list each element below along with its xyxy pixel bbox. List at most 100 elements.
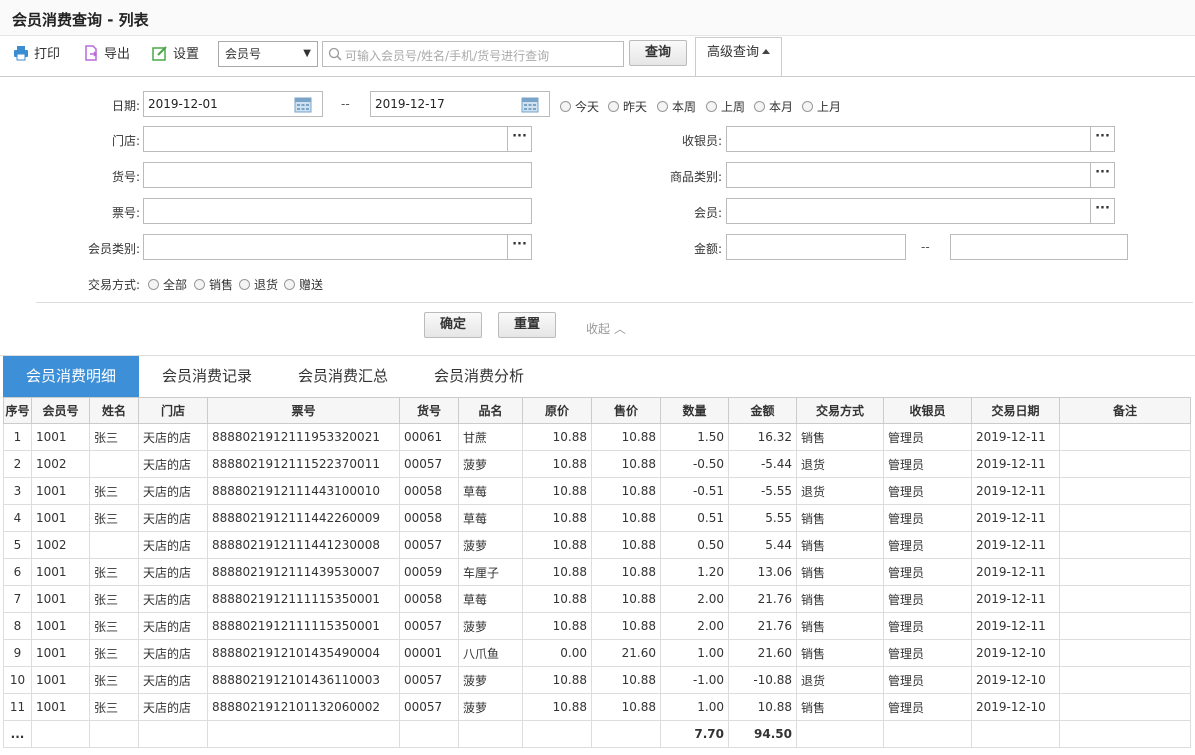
amount-to-field[interactable] [950, 234, 1128, 260]
table-cell: 8888021912101435490004 [207, 639, 400, 667]
tab-detail[interactable]: 会员消费明细 [3, 356, 139, 397]
table-cell: 天店的店 [138, 477, 208, 505]
table-cell: 销售 [796, 423, 884, 451]
table-cell: 10.88 [522, 558, 592, 586]
date-to-field[interactable]: 2019-12-17 [370, 91, 550, 117]
table-row[interactable]: 10 1001 张三 天店的店 8888021912101436110003 00057 菠… [3, 666, 1191, 694]
table-row[interactable]: 11 1001 张三 天店的店 8888021912101132060002 00057 菠… [3, 693, 1191, 721]
table-cell: 21.60 [728, 639, 797, 667]
category-field[interactable]: ··· [726, 162, 1115, 188]
table-cell: 00059 [399, 558, 459, 586]
table-row[interactable]: 3 1001 张三 天店的店 8888021912111443100010 00058 草莓… [3, 477, 1191, 505]
calendar-icon[interactable] [294, 95, 312, 113]
table-cell: 2019-12-11 [971, 585, 1060, 613]
table-cell [1059, 504, 1191, 532]
table-cell: 2.00 [660, 585, 729, 613]
table-cell: 10.88 [522, 450, 592, 478]
table-cell: 10.88 [522, 585, 592, 613]
column-header[interactable]: 会员号 [31, 397, 90, 424]
table-cell [1059, 558, 1191, 586]
radio-trade-all[interactable]: 全部 [148, 276, 187, 293]
tab-records[interactable]: 会员消费记录 [141, 356, 273, 397]
table-row[interactable]: 2 1002 天店的店 8888021912111522370011 00057 菠萝 10… [3, 450, 1191, 478]
table-cell: 1001 [31, 585, 90, 613]
cashier-label: 收银员: [681, 134, 722, 148]
date-from-field[interactable]: 2019-12-01 [143, 91, 323, 117]
table-row[interactable]: 8 1001 张三 天店的店 8888021912111115350001 00057 菠萝… [3, 612, 1191, 640]
export-button[interactable]: 导出 [83, 45, 130, 65]
radio-this-week[interactable]: 本周 [657, 98, 696, 115]
radio-last-week[interactable]: 上周 [706, 98, 745, 115]
table-row[interactable]: 1 1001 张三 天店的店 8888021912111953320021 00061 甘蔗… [3, 423, 1191, 451]
radio-trade-sale[interactable]: 销售 [194, 276, 233, 293]
more-icon[interactable]: ··· [1090, 127, 1114, 151]
more-icon[interactable]: ··· [1090, 199, 1114, 223]
cashier-field[interactable]: ··· [726, 126, 1115, 152]
search-field-select[interactable]: 会员号 ▼ [218, 41, 318, 67]
advanced-query-tab[interactable]: 高级查询 [695, 37, 782, 77]
column-header[interactable]: 数量 [660, 397, 729, 424]
radio-today[interactable]: 今天 [560, 98, 599, 115]
radio-last-month[interactable]: 上月 [802, 98, 841, 115]
trade-label: 交易方式: [87, 278, 140, 292]
reset-button[interactable]: 重置 [498, 312, 556, 338]
radio-trade-gift[interactable]: 赠送 [284, 276, 323, 293]
table-row[interactable]: 9 1001 张三 天店的店 8888021912101435490004 00001 八爪… [3, 639, 1191, 667]
search-input[interactable]: 可输入会员号/姓名/手机/货号进行查询 [322, 41, 624, 67]
column-header[interactable]: 门店 [138, 397, 208, 424]
table-cell: 2019-12-10 [971, 693, 1060, 721]
table-cell: 8888021912111441230008 [207, 531, 400, 559]
member-field[interactable]: ··· [726, 198, 1115, 224]
tab-analysis[interactable]: 会员消费分析 [413, 356, 545, 397]
column-header[interactable]: 货号 [399, 397, 459, 424]
radio-yesterday[interactable]: 昨天 [608, 98, 647, 115]
table-cell [1059, 450, 1191, 478]
advanced-query-label: 高级查询 [706, 45, 759, 60]
more-icon[interactable]: ··· [1090, 163, 1114, 187]
column-header[interactable]: 姓名 [89, 397, 139, 424]
amount-from-field[interactable] [726, 234, 906, 260]
table-cell: -5.44 [728, 450, 797, 478]
sku-field[interactable] [143, 162, 532, 188]
table-cell: 管理员 [883, 585, 972, 613]
collapse-link[interactable]: 收起 ︿ [586, 320, 626, 337]
table-cell: 8888021912111522370011 [207, 450, 400, 478]
table-cell: 1.00 [660, 639, 729, 667]
table-cell: 1.50 [660, 423, 729, 451]
column-header[interactable]: 品名 [458, 397, 523, 424]
table-cell: 1001 [31, 639, 90, 667]
more-icon[interactable]: ··· [507, 127, 531, 151]
tab-summary[interactable]: 会员消费汇总 [277, 356, 409, 397]
column-header[interactable]: 收银员 [883, 397, 972, 424]
table-row[interactable]: 4 1001 张三 天店的店 8888021912111442260009 00058 草莓… [3, 504, 1191, 532]
query-button[interactable]: 查询 [629, 40, 687, 66]
column-header[interactable]: 原价 [522, 397, 592, 424]
column-header[interactable]: 交易方式 [796, 397, 884, 424]
table-cell: 00058 [399, 504, 459, 532]
table-cell: 退货 [796, 666, 884, 694]
more-icon[interactable]: ··· [507, 235, 531, 259]
column-header[interactable]: 备注 [1059, 397, 1191, 424]
column-header[interactable]: 票号 [207, 397, 400, 424]
member-type-field[interactable]: ··· [143, 234, 532, 260]
store-field[interactable]: ··· [143, 126, 532, 152]
column-header[interactable]: 售价 [591, 397, 661, 424]
ticket-field[interactable] [143, 198, 532, 224]
column-header[interactable]: 交易日期 [971, 397, 1060, 424]
print-button[interactable]: 打印 [13, 45, 60, 65]
settings-button[interactable]: 设置 [152, 45, 199, 65]
radio-this-month[interactable]: 本月 [754, 98, 793, 115]
table-cell: 八爪鱼 [458, 639, 523, 667]
table-cell: 管理员 [883, 504, 972, 532]
table-cell: 管理员 [883, 450, 972, 478]
radio-trade-return[interactable]: 退货 [239, 276, 278, 293]
column-header[interactable]: 序号 [3, 397, 32, 424]
column-header[interactable]: 金额 [728, 397, 797, 424]
table-cell: 2019-12-10 [971, 666, 1060, 694]
table-row[interactable]: 5 1002 天店的店 8888021912111441230008 00057 菠萝 10… [3, 531, 1191, 559]
table-cell: 8 [3, 612, 32, 640]
confirm-button[interactable]: 确定 [424, 312, 482, 338]
table-row[interactable]: 6 1001 张三 天店的店 8888021912111439530007 00059 车厘… [3, 558, 1191, 586]
calendar-icon[interactable] [521, 95, 539, 113]
table-row[interactable]: 7 1001 张三 天店的店 8888021912111115350001 00058 草莓… [3, 585, 1191, 613]
